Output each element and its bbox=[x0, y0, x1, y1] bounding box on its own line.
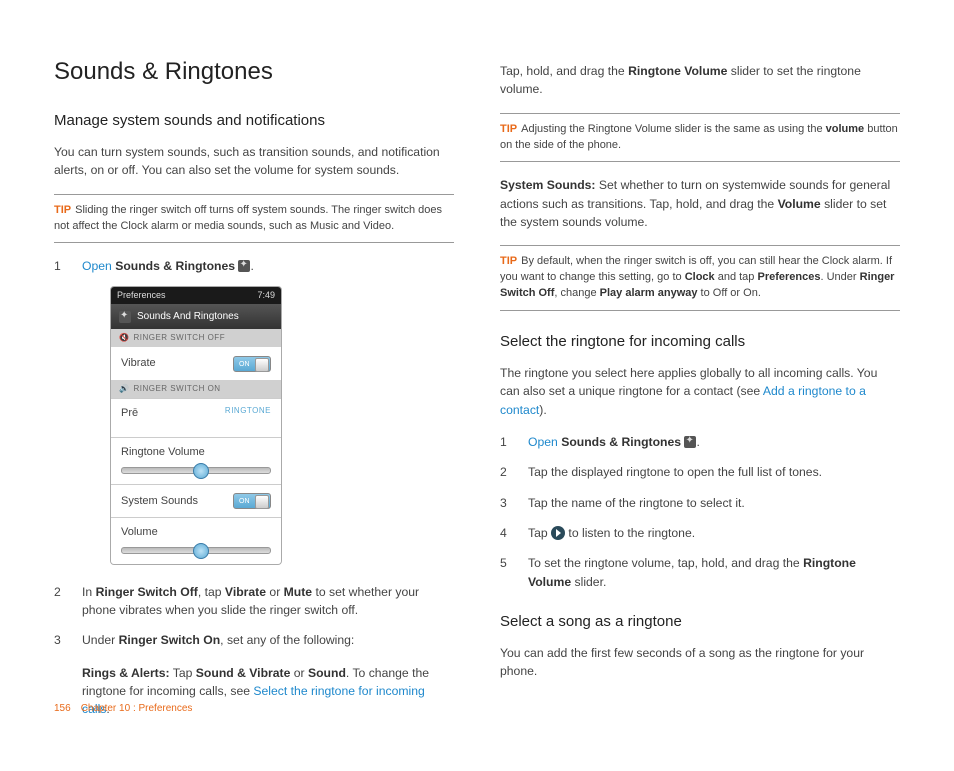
phone-statusbar: Preferences 7:49 bbox=[111, 287, 281, 305]
tip-box: TIPSliding the ringer switch off turns o… bbox=[54, 194, 454, 244]
tip-label: TIP bbox=[500, 255, 517, 267]
tip-label: TIP bbox=[54, 204, 71, 216]
phone-row-pre: PrēRINGTONE bbox=[111, 398, 281, 438]
intro-paragraph: You can turn system sounds, such as tran… bbox=[54, 143, 454, 180]
tip-box: TIPBy default, when the ringer switch is… bbox=[500, 245, 900, 311]
step-item: Tap the name of the ringtone to select i… bbox=[500, 494, 900, 512]
left-column: Sounds & Ringtones Manage system sounds … bbox=[54, 58, 454, 731]
section-heading-select-song: Select a song as a ringtone bbox=[500, 613, 900, 630]
right-column: Tap, hold, and drag the Ringtone Volume … bbox=[500, 58, 900, 731]
toggle-on: ON bbox=[233, 493, 271, 509]
tip-label: TIP bbox=[500, 123, 517, 135]
page-title: Sounds & Ringtones bbox=[54, 58, 454, 86]
open-link[interactable]: Open bbox=[528, 435, 558, 449]
toggle-on: ON bbox=[233, 356, 271, 372]
paragraph: The ringtone you select here applies glo… bbox=[500, 364, 900, 419]
phone-row-ringtone-volume: Ringtone Volume bbox=[111, 437, 281, 484]
page-number: 156 bbox=[54, 703, 71, 714]
step-item: To set the ringtone volume, tap, hold, a… bbox=[500, 554, 900, 591]
steps-list-manage: Open Sounds & Ringtones . Preferences 7:… bbox=[54, 257, 454, 649]
section-heading-select-ringtone: Select the ringtone for incoming calls bbox=[500, 333, 900, 350]
settings-icon bbox=[119, 311, 131, 323]
steps-list-select: Open Sounds & Ringtones . Tap the displa… bbox=[500, 433, 900, 591]
phone-row-system-sounds: System Sounds ON bbox=[111, 484, 281, 518]
step-item: Under Ringer Switch On, set any of the f… bbox=[54, 631, 454, 649]
page-footer: 156 Chapter 10 : Preferences bbox=[54, 703, 192, 714]
step-item: Open Sounds & Ringtones . Preferences 7:… bbox=[54, 257, 454, 564]
step-bold: Sounds & Ringtones bbox=[115, 259, 235, 273]
paragraph: You can add the first few seconds of a s… bbox=[500, 644, 900, 681]
system-sounds-block: System Sounds: Set whether to turn on sy… bbox=[500, 176, 900, 231]
open-link[interactable]: Open bbox=[82, 259, 112, 273]
section-heading-manage: Manage system sounds and notifications bbox=[54, 112, 454, 129]
step-item: Tap the displayed ringtone to open the f… bbox=[500, 463, 900, 481]
phone-section-off: 🔇RINGER SWITCH OFF bbox=[111, 329, 281, 347]
phone-section-on: 🔊RINGER SWITCH ON bbox=[111, 380, 281, 398]
breadcrumb: Chapter 10 : Preferences bbox=[81, 703, 193, 714]
phone-row-vibrate: Vibrate ON bbox=[111, 347, 281, 380]
tip-box: TIPAdjusting the Ringtone Volume slider … bbox=[500, 113, 900, 163]
tip-text: Sliding the ringer switch off turns off … bbox=[54, 204, 442, 232]
settings-icon bbox=[238, 260, 250, 272]
phone-titlebar: Sounds And Ringtones bbox=[111, 304, 281, 329]
ringtone-volume-block: Tap, hold, and drag the Ringtone Volume … bbox=[500, 62, 900, 99]
step-item: Open Sounds & Ringtones . bbox=[500, 433, 900, 451]
settings-icon bbox=[684, 436, 696, 448]
phone-screenshot: Preferences 7:49 Sounds And Ringtones 🔇R… bbox=[110, 286, 282, 565]
step-item: In Ringer Switch Off, tap Vibrate or Mut… bbox=[54, 583, 454, 620]
step-item: Tap to listen to the ringtone. bbox=[500, 524, 900, 542]
play-icon bbox=[551, 526, 565, 540]
phone-row-volume: Volume bbox=[111, 517, 281, 564]
